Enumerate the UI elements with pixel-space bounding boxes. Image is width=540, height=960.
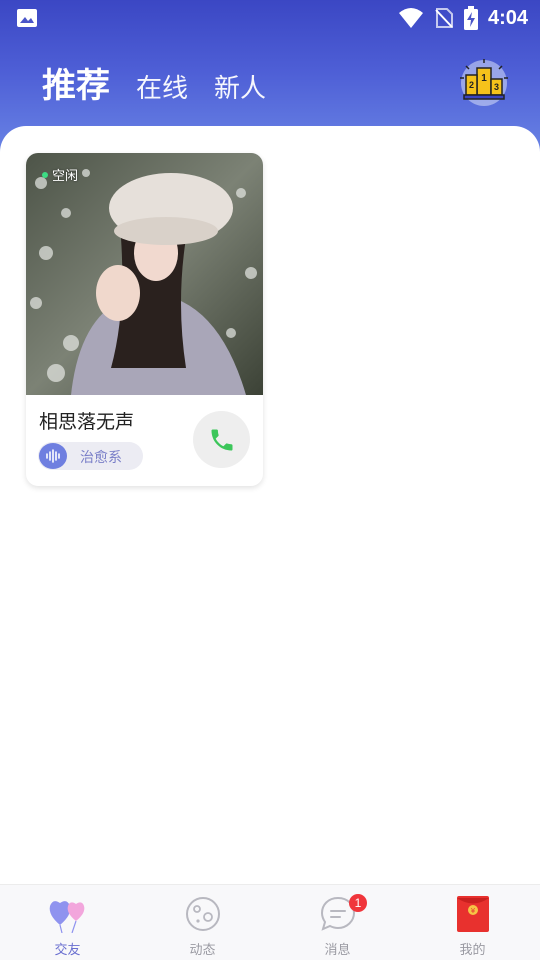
status-dot [42, 171, 48, 178]
status-label: 空闲 [52, 169, 79, 184]
voice-wave-icon [39, 443, 67, 469]
voice-tag-label: 治愈系 [80, 450, 122, 466]
svg-text:¥: ¥ [470, 907, 475, 915]
no-sim-icon [435, 8, 453, 28]
red-envelope-icon: ¥ [456, 896, 489, 932]
bottom-nav: 交友 动态 消息 ¥ 我的 [0, 884, 540, 960]
user-card[interactable]: 空闲 相思落无声 治愈系 [26, 153, 263, 486]
nav-label-friends: 交友 [54, 943, 81, 958]
nav-item-mine[interactable]: ¥ 我的 [405, 885, 540, 960]
svg-text:2: 2 [469, 80, 474, 90]
phone-icon [211, 429, 232, 450]
call-button[interactable] [193, 411, 250, 468]
top-tabs: 推荐 在线 新人 [42, 58, 266, 107]
nav-label-mine: 我的 [459, 943, 486, 958]
content-panel: 空闲 相思落无声 治愈系 [0, 126, 540, 884]
voice-tag[interactable]: 治愈系 [38, 442, 143, 470]
tab-online[interactable]: 在线 [136, 68, 188, 107]
nav-item-messages[interactable]: 消息 [270, 885, 405, 960]
message-badge: 1 [349, 894, 367, 912]
online-status: 空闲 [42, 165, 78, 184]
planet-icon [185, 897, 220, 931]
user-name: 相思落无声 [39, 411, 135, 433]
nav-item-friends[interactable]: 交友 [0, 885, 135, 960]
nav-item-moments[interactable]: 动态 [135, 885, 270, 960]
tab-new[interactable]: 新人 [214, 68, 266, 107]
svg-text:3: 3 [494, 82, 499, 92]
battery-charging-icon [463, 6, 478, 30]
balloon-hearts-icon [49, 901, 84, 933]
podium-icon[interactable]: 1 2 3 [458, 58, 510, 108]
wifi-icon [398, 8, 423, 28]
clock: 4:04 [487, 6, 528, 29]
svg-text:1: 1 [481, 73, 487, 84]
gallery-icon [17, 9, 37, 27]
tab-recommend[interactable]: 推荐 [42, 58, 110, 107]
user-photo [26, 153, 263, 395]
nav-label-messages: 消息 [324, 943, 351, 958]
status-bar: 4:04 [0, 0, 540, 36]
nav-label-moments: 动态 [189, 943, 216, 958]
